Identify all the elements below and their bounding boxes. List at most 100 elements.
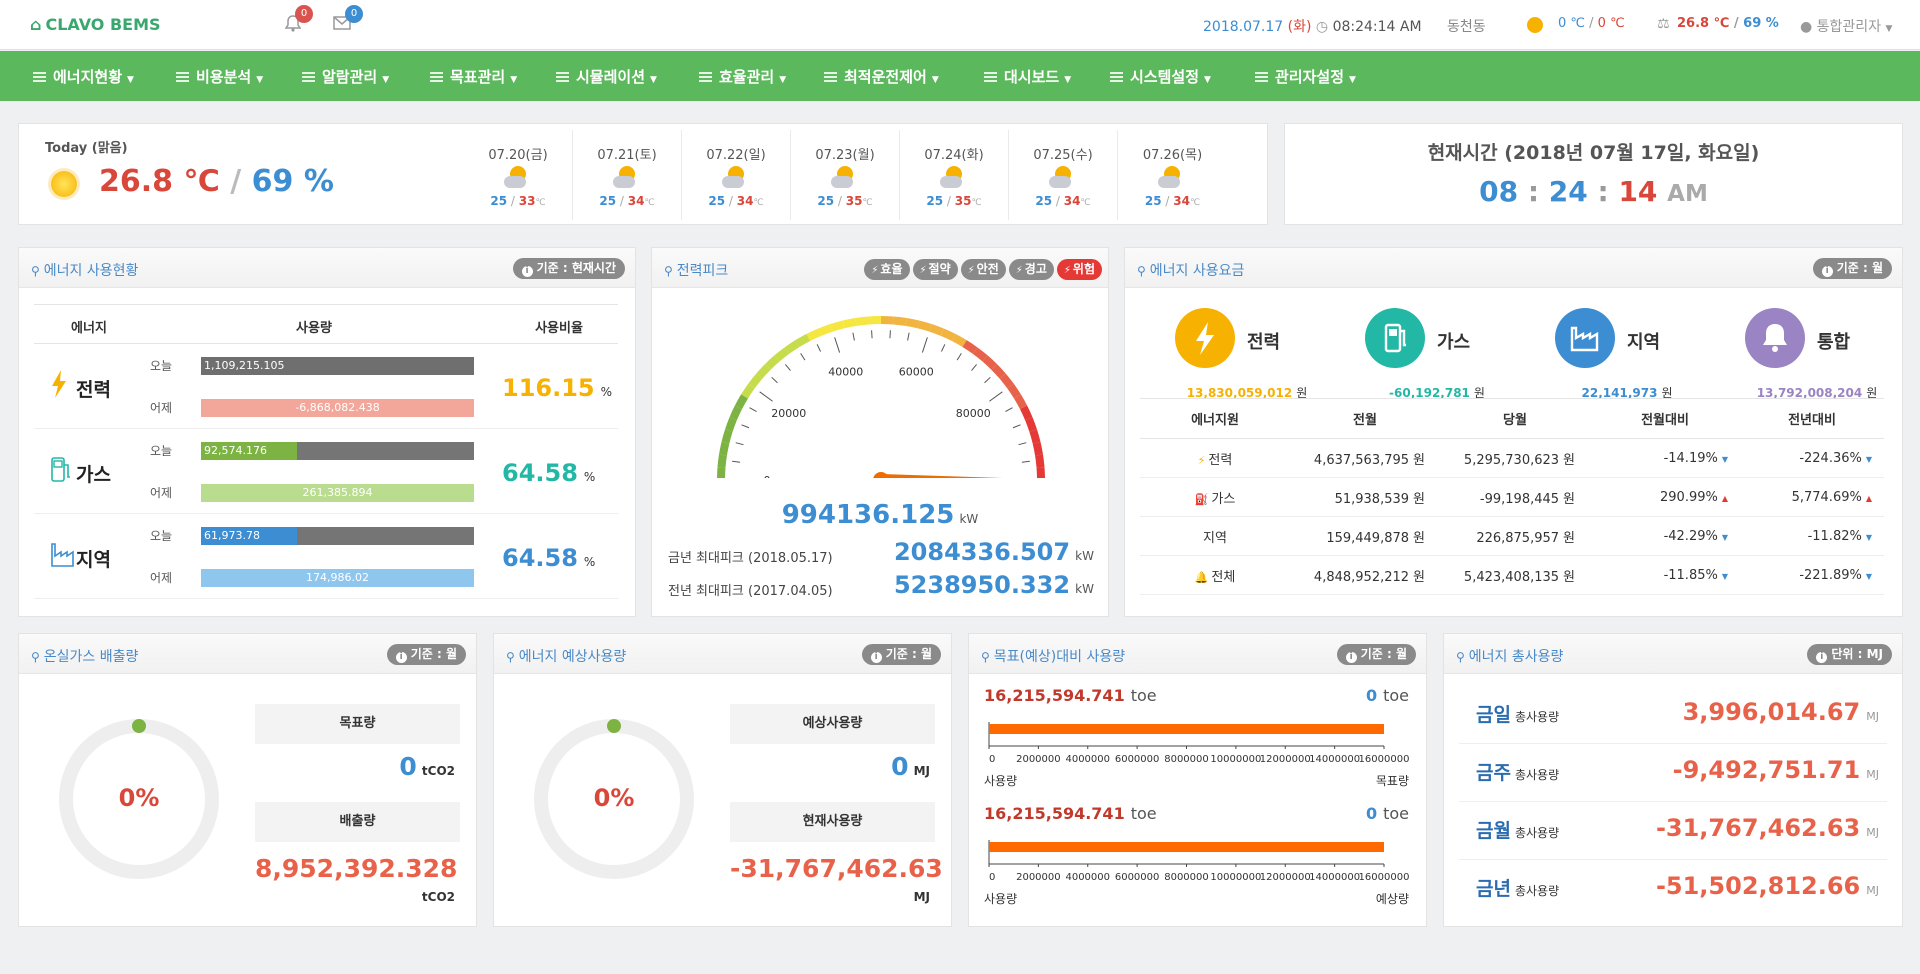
forecast-unit: ℃ (1189, 198, 1201, 208)
brand[interactable]: ⌂ CLAVO BEMS (30, 15, 161, 34)
caret-down-icon: ▼ (127, 75, 134, 85)
caret-down-icon: ▼ (256, 75, 264, 85)
bell-icon: 🔔 (1194, 570, 1209, 584)
x-tick-label: 0 (989, 872, 995, 883)
forecast-unit: ℃ (862, 198, 873, 208)
gauge-band-seg (962, 340, 978, 354)
time-text: 08:24:14 AM (1332, 19, 1422, 35)
fee-col-header: 당월 (1440, 398, 1590, 439)
ghg-basis-text: 기준 : 월 (410, 647, 457, 661)
caret-down-icon: ▼ (1721, 454, 1728, 464)
x-tick-label: 16000000 (1359, 872, 1410, 883)
peak-level-4[interactable]: ⚡ 위험 (1056, 259, 1102, 280)
fee-row-name: ⚡ 전력 (1140, 438, 1290, 478)
fee-card[interactable]: 지역 22,141,973 원 (1555, 308, 1735, 400)
fee-mom-value: -11.85% (1663, 567, 1718, 583)
bolt-icon: ⚡ (1015, 265, 1023, 276)
gauge-tick-label: 80000 (956, 407, 991, 420)
gauge-tick (834, 337, 841, 353)
usage-row: 가스 오늘 어제 92,574.176 261,385.894 64.58% (34, 429, 618, 514)
peak-level-2[interactable]: ⚡ 안전 (960, 259, 1006, 280)
menu-item-5[interactable]: 효율관리 ▼ (699, 66, 786, 87)
fee-card[interactable]: 가스 -60,192,781 원 (1365, 308, 1545, 400)
fee-row-name: 🔔 전체 (1140, 555, 1290, 595)
forecast-date: 07.20(금) (488, 148, 548, 163)
alarm-bell-icon[interactable]: 0 (284, 5, 313, 36)
peak-current-value: 994136.125 (781, 500, 955, 530)
col-amount: 사용량 (296, 321, 332, 336)
x-tick-label: 6000000 (1115, 872, 1160, 883)
fee-prev-value: 51,938,539 (1334, 491, 1410, 507)
x-tick-label: 8000000 (1164, 754, 1209, 765)
peak-level-0[interactable]: ⚡ 효율 (864, 259, 910, 280)
menu-item-9[interactable]: 관리자설정 ▼ (1255, 66, 1356, 87)
gauge-tick (1005, 407, 1013, 413)
caret-down-icon: ▼ (510, 75, 518, 85)
yesterday-bar: 261,385.894 (201, 484, 474, 502)
usage-ratio-value: 64.58 (502, 459, 578, 487)
sun-icon (1527, 17, 1543, 33)
mail-count-badge: 0 (345, 5, 363, 23)
fee-cur-cell: -99,198,445 원 (1440, 477, 1590, 517)
gauge-band-seg (951, 333, 967, 348)
menu-item-label: 관리자설정 (1275, 68, 1345, 86)
prev-peak-label: 전년 최대피크 (2017.04.05) (668, 584, 833, 599)
mail-icon[interactable]: 0 (333, 5, 363, 34)
info-icon: i (521, 266, 533, 277)
fee-card[interactable]: 통합 13,792,008,204 원 (1745, 308, 1920, 400)
indoor-icon: ⚖ (1657, 16, 1670, 32)
total-row: 금년 총사용량 -51,502,812.66 MJ (1459, 860, 1887, 918)
fee-card[interactable]: 전력 13,830,059,012 원 (1175, 308, 1355, 400)
gauge-band-seg (748, 373, 763, 389)
peak-level-label: 경고 (1024, 262, 1047, 276)
gauge-tick (741, 424, 750, 429)
alarm-count-badge: 0 (295, 5, 313, 23)
target-usage-header: ⚲ 목표(예상)대비 사용량 i 기준 : 월 (969, 634, 1426, 674)
date-text: 2018.07.17 (1203, 19, 1284, 35)
menu-item-8[interactable]: 시스템설정 ▼ (1110, 66, 1211, 87)
peak-level-1[interactable]: ⚡ 절약 (912, 259, 958, 280)
info-icon: i (1345, 652, 1357, 663)
menu-item-0[interactable]: 에너지현황 ▼ (33, 66, 134, 87)
gauge-hub (873, 472, 889, 478)
gauge-band-seg (725, 417, 737, 432)
used-amount: 16,215,594.741 toe (984, 804, 1157, 823)
gauge-band-seg (1035, 454, 1045, 468)
gauge-band-seg (795, 333, 811, 348)
forecast-sep: / (834, 194, 846, 208)
caret-down-icon: ▼ (1064, 75, 1072, 85)
user-icon: ● (1800, 19, 1813, 35)
menu-item-4[interactable]: 시뮬레이션 ▼ (556, 66, 657, 87)
gauge-needle (881, 474, 1003, 478)
gauge-band-seg (765, 355, 780, 370)
won-unit: 원 (1413, 452, 1425, 468)
total-period-label: 금년 (1476, 878, 1511, 900)
sun-cloud-icon (940, 166, 970, 190)
right-axis-label: 예상량 (1375, 892, 1409, 906)
menu-item-2[interactable]: 알람관리 ▼ (302, 66, 389, 87)
total-unit-text: 단위 : MJ (1831, 647, 1883, 661)
caret-down-icon: ▼ (779, 75, 787, 85)
menu-item-3[interactable]: 목표관리 ▼ (430, 66, 517, 87)
menu-item-1[interactable]: 비용분석 ▼ (176, 66, 263, 87)
weekday-text: (화) (1287, 19, 1312, 35)
fee-prev-cell: 51,938,539 원 (1290, 477, 1440, 517)
current-value: -31,767,462.63 (730, 854, 943, 883)
fee-row-label: 전체 (1211, 569, 1236, 585)
gauge-band-seg (729, 405, 743, 421)
fee-prev-value: 159,449,878 (1326, 530, 1410, 546)
user-menu[interactable]: ● 통합관리자 ▼ (1800, 16, 1892, 36)
factory-icon (50, 540, 74, 570)
forecast-basis-text: 기준 : 월 (885, 647, 932, 661)
won-unit: 원 (1563, 530, 1575, 546)
energy-name: 가스 (76, 464, 111, 486)
ghg-panel: ⚲ 온실가스 배출량 i 기준 : 월 0% 목표량 0 tCO2 배출량 8,95… (18, 633, 477, 927)
outdoor-temp: 0 ℃ / 0 ℃ (1558, 16, 1625, 31)
total-period-suffix: 총사용량 (1514, 826, 1560, 840)
energy-usage-header: ⚲ 에너지 사용현황 i 기준 : 현재시간 (19, 248, 635, 288)
menu-item-7[interactable]: 대시보드 ▼ (984, 66, 1071, 87)
target-basis-badge: i 기준 : 월 (1336, 644, 1416, 665)
menu-item-6[interactable]: 최적운전제어 ▼ (824, 66, 939, 87)
peak-level-3[interactable]: ⚡ 경고 (1008, 259, 1054, 280)
total-row: 금일 총사용량 3,996,014.67 MJ (1459, 686, 1887, 744)
